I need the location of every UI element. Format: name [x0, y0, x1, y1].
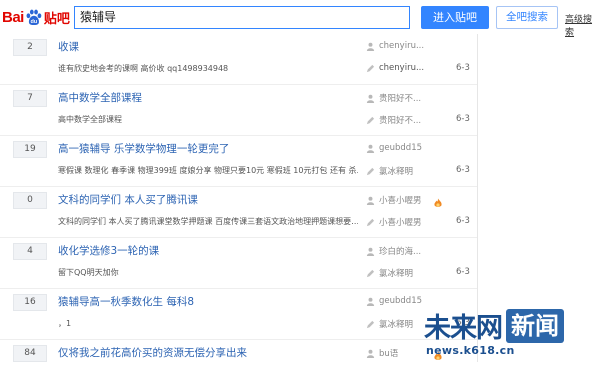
reply-count-badge: 0	[13, 192, 47, 209]
last-replier-name: chenyiru...	[379, 63, 425, 73]
thread-row: 16 猿辅导高一秋季数化生 每科8 ，1 geubdd15 氯冰释明 6-3	[0, 289, 477, 340]
pen-icon	[366, 269, 375, 277]
thread-author[interactable]: 小喜小喔男	[366, 194, 422, 206]
thread-title-link[interactable]: 高一猿辅导 乐学数学物理一轮更完了	[58, 141, 229, 156]
thread-title-link[interactable]: 收课	[58, 39, 79, 54]
user-icon	[366, 144, 375, 153]
last-replier[interactable]: 氯冰释明	[366, 267, 413, 279]
thread-abstract: 高中数学全部课程	[58, 115, 122, 124]
author-name: 贵阳好不...	[379, 94, 422, 104]
pen-icon	[366, 116, 375, 124]
thread-row: 19 高一猿辅导 乐学数学物理一轮更完了 寒假课 数理化 春季课 物理399班 …	[0, 136, 477, 187]
last-reply-date: 6-3	[456, 165, 470, 175]
thread-row: 0 文科的同学们 本人买了腾讯课 文科的同学们 本人买了腾讯课堂数学押题课 百度…	[0, 187, 477, 238]
thread-title-link[interactable]: 收化学选修3一轮的课	[58, 243, 159, 258]
user-icon	[366, 297, 375, 306]
thread-author[interactable]: 珍白的海...	[366, 245, 421, 257]
user-icon	[366, 94, 375, 103]
thread-author[interactable]: bu语	[366, 347, 398, 359]
thread-title-link[interactable]: 仅将我之前花高价买的资源无偿分享出来	[58, 345, 247, 360]
last-replier[interactable]: 贵阳好不...	[366, 114, 421, 126]
thread-row: 84 仅将我之前花高价买的资源无偿分享出来 bu语	[0, 340, 477, 390]
watermark-text: 未来网	[424, 313, 503, 344]
logo-text-du: du	[30, 18, 37, 24]
last-replier-name: 小喜小喔男	[379, 218, 422, 228]
reply-count-badge: 16	[13, 294, 47, 311]
search-all-forums-button[interactable]: 全吧搜索	[496, 6, 558, 29]
reply-count-badge: 4	[13, 243, 47, 260]
reply-count-badge: 84	[13, 345, 47, 362]
watermark-url: news.k618.cn	[426, 344, 515, 357]
watermark-news-box: 新闻	[506, 308, 564, 343]
baidu-tieba-logo[interactable]: Bai du 贴吧	[2, 6, 70, 28]
thread-author[interactable]: geubdd15	[366, 296, 422, 306]
thread-abstract: ，1	[58, 319, 72, 328]
user-icon	[366, 196, 375, 205]
last-replier[interactable]: 氯冰释明	[366, 318, 413, 330]
last-reply-date: 6-3	[456, 63, 470, 73]
last-replier-name: 氯冰释明	[379, 167, 414, 177]
search-input[interactable]: 猿辅导	[74, 6, 410, 29]
thread-list: 2 收课 谁有欣史地会考的课啊 高价收 qq1498934948 chenyir…	[0, 34, 478, 362]
top-search-bar: Bai du 贴吧 猿辅导 进入贴吧 全吧搜索 高级搜索	[0, 0, 600, 38]
thread-row: 7 高中数学全部课程 高中数学全部课程 贵阳好不... 贵阳好不... 6-3	[0, 85, 477, 136]
last-replier-name: 氯冰释明	[379, 320, 414, 330]
last-replier[interactable]: 小喜小喔男	[366, 216, 422, 228]
last-replier-name: 氯冰释明	[379, 269, 414, 279]
reply-count-badge: 7	[13, 90, 47, 107]
last-reply-date: 6-3	[456, 114, 470, 124]
thread-title-link[interactable]: 猿辅导高一秋季数化生 每科8	[58, 294, 194, 309]
author-name: chenyiru...	[379, 41, 425, 51]
user-icon	[366, 42, 375, 51]
thread-author[interactable]: geubdd15	[366, 143, 422, 153]
thread-abstract: 寒假课 数理化 春季课 物理399班 度娘分享 物理只要10元 寒假班 10元打…	[58, 166, 358, 175]
thread-abstract: 文科的同学们 本人买了腾讯课堂数学押题课 百度传课三套语文政治地理押题课想要…	[58, 217, 358, 226]
last-reply-date: 6-3	[456, 216, 470, 226]
pen-icon	[366, 320, 375, 328]
author-name: 珍白的海...	[379, 247, 422, 257]
last-replier-name: 贵阳好不...	[379, 116, 422, 126]
fire-badge-icon	[434, 198, 442, 207]
author-name: geubdd15	[379, 296, 423, 306]
advanced-search-link[interactable]: 高级搜索	[565, 12, 600, 38]
thread-title-link[interactable]: 高中数学全部课程	[58, 90, 142, 105]
author-name: geubdd15	[379, 143, 423, 153]
logo-text-bai: Bai	[2, 8, 24, 26]
enter-forum-button[interactable]: 进入贴吧	[421, 6, 489, 29]
baidu-paw-icon: du	[26, 9, 42, 25]
thread-author[interactable]: 贵阳好不...	[366, 92, 421, 104]
watermark-logo: 未来网 新闻	[424, 306, 564, 345]
thread-row: 4 收化学选修3一轮的课 留下QQ明天加你 珍白的海... 氯冰释明 6-3	[0, 238, 477, 289]
last-reply-date: 6-3	[456, 267, 470, 277]
thread-author[interactable]: chenyiru...	[366, 41, 424, 51]
pen-icon	[366, 64, 375, 72]
logo-text-tieba: 贴吧	[43, 11, 70, 27]
pen-icon	[366, 167, 375, 175]
author-name: 小喜小喔男	[379, 196, 422, 206]
thread-abstract: 留下QQ明天加你	[58, 268, 119, 277]
last-replier[interactable]: chenyiru...	[366, 63, 424, 73]
user-icon	[366, 247, 375, 256]
author-name: bu语	[379, 349, 399, 359]
reply-count-badge: 19	[13, 141, 47, 158]
user-icon	[366, 349, 375, 358]
reply-count-badge: 2	[13, 39, 47, 56]
last-replier[interactable]: 氯冰释明	[366, 165, 413, 177]
thread-title-link[interactable]: 文科的同学们 本人买了腾讯课	[58, 192, 198, 207]
thread-abstract: 谁有欣史地会考的课啊 高价收 qq1498934948	[58, 64, 229, 73]
pen-icon	[366, 218, 375, 226]
news-watermark: 未来网 新闻 news.k618.cn	[424, 306, 600, 362]
thread-row: 2 收课 谁有欣史地会考的课啊 高价收 qq1498934948 chenyir…	[0, 34, 477, 85]
